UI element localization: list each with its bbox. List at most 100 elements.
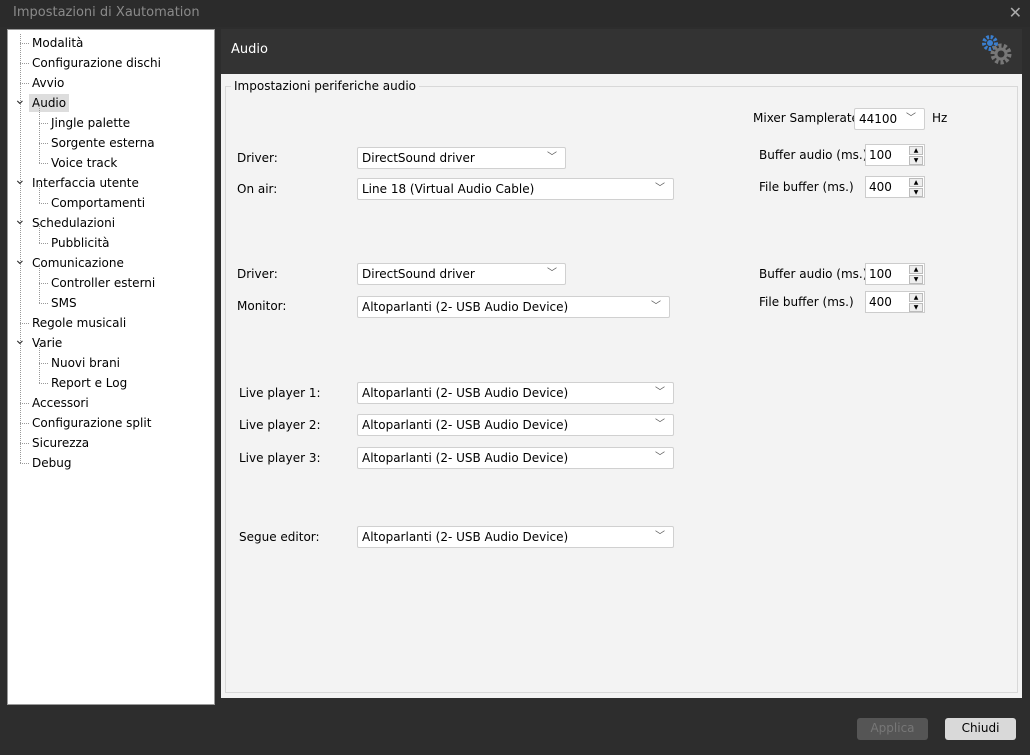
tree-connector	[39, 383, 48, 384]
monitor-file-spinner[interactable]: 400 ▲ ▼	[865, 291, 925, 313]
chevron-down-icon: ﹀	[655, 183, 665, 194]
title-bar: Impostazioni di Xautomation	[0, 0, 1030, 27]
tree-item-sorgente-esterna[interactable]: Sorgente esterna	[51, 134, 155, 152]
tree-connector	[20, 323, 29, 324]
monitor-device-value: Altoparlanti (2- USB Audio Device)	[362, 300, 569, 314]
tree-connector	[39, 344, 40, 363]
chevron-down-icon: ﹀	[651, 301, 661, 312]
tree-item-schedulazioni[interactable]: Schedulazioni	[32, 214, 115, 232]
live-player-2-select[interactable]: Altoparlanti (2- USB Audio Device) ﹀	[357, 414, 674, 436]
live-player-1-select[interactable]: Altoparlanti (2- USB Audio Device) ﹀	[357, 382, 674, 404]
tree-item-sicurezza[interactable]: Sicurezza	[32, 434, 89, 452]
segue-editor-label: Segue editor:	[239, 530, 320, 544]
tree-item-controller-esterni[interactable]: Controller esterni	[51, 274, 155, 292]
tree-item-configurazione-split[interactable]: Configurazione split	[32, 414, 151, 432]
tree-connector	[20, 403, 29, 404]
tree-item-avvio[interactable]: Avvio	[32, 74, 64, 92]
spin-up-icon[interactable]: ▲	[909, 293, 923, 302]
tree-connector	[39, 364, 40, 383]
tree-connector	[39, 203, 48, 204]
onair-buffer-spinner[interactable]: 100 ▲ ▼	[865, 144, 925, 166]
tree-connector	[20, 43, 29, 44]
tree-item-varie[interactable]: Varie	[32, 334, 62, 352]
tree-connector	[20, 83, 29, 84]
tree-connector	[39, 264, 40, 283]
chevron-down-icon: ﹀	[547, 268, 557, 279]
close-icon[interactable]: ✕	[1009, 3, 1022, 22]
spin-up-icon[interactable]: ▲	[909, 265, 923, 274]
tree-connector	[39, 144, 40, 163]
window-title: Impostazioni di Xautomation	[13, 5, 200, 20]
spin-down-icon[interactable]: ▼	[909, 303, 923, 312]
live-player-3-value: Altoparlanti (2- USB Audio Device)	[362, 451, 569, 465]
tree-item-interfaccia-utente[interactable]: Interfaccia utente	[32, 174, 139, 192]
monitor-driver-label: Driver:	[237, 267, 278, 281]
settings-tree: Modalità Configurazione dischi Avvio ⌄ Audio…	[7, 29, 215, 705]
tree-connector	[39, 224, 40, 243]
tree-item-comunicazione[interactable]: Comunicazione	[32, 254, 124, 272]
live-player-2-value: Altoparlanti (2- USB Audio Device)	[362, 418, 569, 432]
tree-connector	[39, 143, 48, 144]
tree-connector	[39, 303, 48, 304]
tree-item-audio[interactable]: Audio	[29, 94, 70, 112]
apply-button[interactable]: Applica	[857, 718, 928, 740]
chevron-down-icon[interactable]: ⌄	[14, 92, 26, 108]
chevron-down-icon[interactable]: ⌄	[14, 332, 26, 348]
chevron-down-icon[interactable]: ⌄	[14, 212, 26, 228]
group-title: Impostazioni periferiche audio	[231, 79, 420, 93]
spin-down-icon[interactable]: ▼	[909, 188, 923, 197]
monitor-file-label: File buffer (ms.)	[759, 295, 854, 309]
tree-item-report-e-log[interactable]: Report e Log	[51, 374, 127, 392]
onair-device-select[interactable]: Line 18 (Virtual Audio Cable) ﹀	[357, 178, 674, 200]
tree-item-accessori[interactable]: Accessori	[32, 394, 89, 412]
onair-device-label: On air:	[237, 182, 278, 196]
tree-connector	[39, 163, 48, 164]
close-button[interactable]: Chiudi	[945, 718, 1016, 740]
tree-connector	[39, 283, 48, 284]
tree-item-regole-musicali[interactable]: Regole musicali	[32, 314, 126, 332]
spin-down-icon[interactable]: ▼	[909, 156, 923, 165]
tree-item-sms[interactable]: SMS	[51, 294, 77, 312]
segue-editor-select[interactable]: Altoparlanti (2- USB Audio Device) ﹀	[357, 526, 674, 548]
onair-buffer-label: Buffer audio (ms.)	[759, 148, 868, 162]
segue-editor-value: Altoparlanti (2- USB Audio Device)	[362, 530, 569, 544]
mixer-unit: Hz	[932, 111, 948, 125]
onair-driver-select[interactable]: DirectSound driver ﹀	[357, 147, 566, 169]
tree-item-modalit-[interactable]: Modalità	[32, 34, 83, 52]
tree-connector	[20, 63, 29, 64]
chevron-down-icon: ﹀	[655, 452, 665, 463]
tree-item-debug[interactable]: Debug	[32, 454, 71, 472]
tree-item-pubblicit-[interactable]: Pubblicità	[51, 234, 110, 252]
onair-file-label: File buffer (ms.)	[759, 180, 854, 194]
chevron-down-icon: ﹀	[655, 531, 665, 542]
monitor-device-select[interactable]: Altoparlanti (2- USB Audio Device) ﹀	[357, 296, 670, 318]
tree-item-jingle-palette[interactable]: Jingle palette	[51, 114, 130, 132]
onair-driver-label: Driver:	[237, 151, 278, 165]
spin-up-icon[interactable]: ▲	[909, 146, 923, 155]
live-player-3-label: Live player 3:	[239, 451, 321, 465]
spin-down-icon[interactable]: ▼	[909, 275, 923, 284]
monitor-driver-select[interactable]: DirectSound driver ﹀	[357, 263, 566, 285]
live-player-1-label: Live player 1:	[239, 386, 321, 400]
live-player-2-label: Live player 2:	[239, 418, 321, 432]
chevron-down-icon: ﹀	[655, 419, 665, 430]
chevron-down-icon[interactable]: ⌄	[14, 252, 26, 268]
tree-connector	[39, 123, 48, 124]
tree-item-comportamenti[interactable]: Comportamenti	[51, 194, 145, 212]
tree-connector	[39, 124, 40, 143]
tree-item-nuovi-brani[interactable]: Nuovi brani	[51, 354, 120, 372]
tree-connector	[39, 243, 48, 244]
monitor-buffer-label: Buffer audio (ms.)	[759, 267, 868, 281]
tree-connector	[20, 443, 29, 444]
chevron-down-icon[interactable]: ⌄	[14, 172, 26, 188]
tree-item-configurazione-dischi[interactable]: Configurazione dischi	[32, 54, 161, 72]
monitor-buffer-spinner[interactable]: 100 ▲ ▼	[865, 263, 925, 285]
spin-up-icon[interactable]: ▲	[909, 178, 923, 187]
tree-connector	[39, 104, 40, 123]
onair-file-value: 400	[869, 180, 892, 194]
mixer-samplerate-select[interactable]: 44100 ﹀	[854, 108, 925, 130]
live-player-3-select[interactable]: Altoparlanti (2- USB Audio Device) ﹀	[357, 447, 674, 469]
onair-file-spinner[interactable]: 400 ▲ ▼	[865, 176, 925, 198]
monitor-buffer-value: 100	[869, 267, 892, 281]
tree-item-voice-track[interactable]: Voice track	[51, 154, 117, 172]
